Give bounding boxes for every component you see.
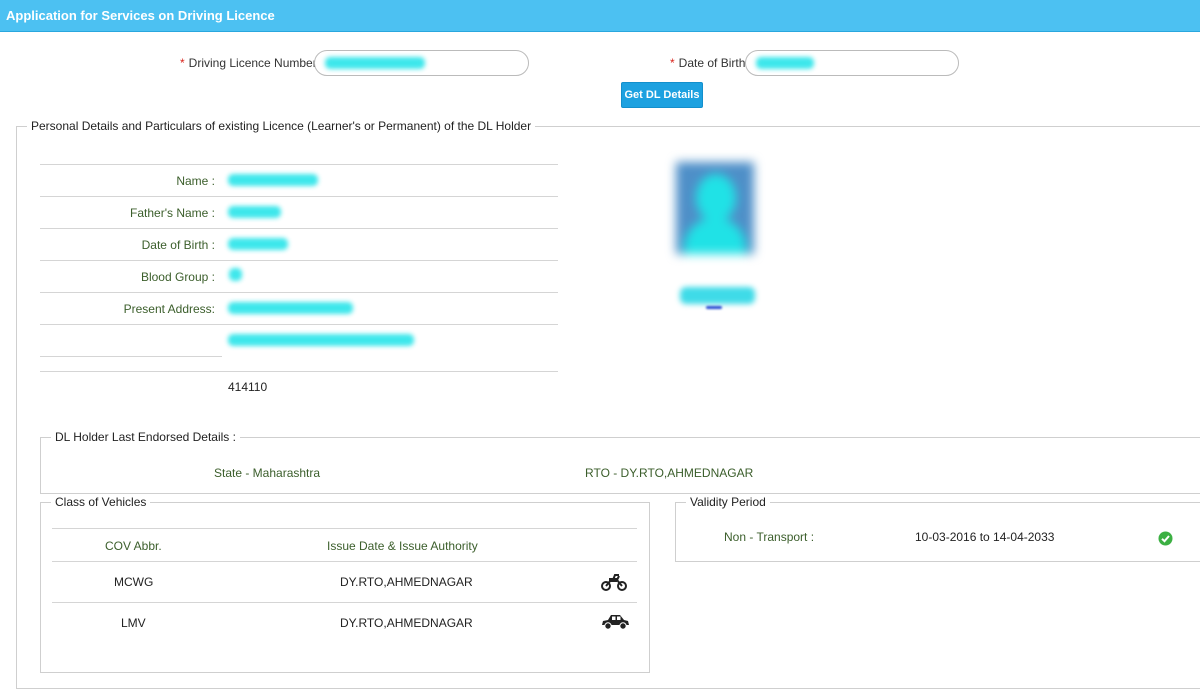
redacted-blood-group	[229, 268, 242, 281]
divider	[40, 371, 558, 372]
car-icon	[602, 615, 629, 630]
validity-period: 10-03-2016 to 14-04-2033	[915, 530, 1055, 544]
date-of-birth-label: Date of Birth :	[141, 238, 215, 252]
divider	[40, 228, 558, 229]
motorcycle-icon	[601, 574, 627, 591]
redacted-address-line-1	[228, 302, 353, 314]
redacted-dob	[228, 238, 288, 250]
name-label: Name :	[176, 174, 215, 188]
divider	[52, 528, 637, 529]
page-header: Application for Services on Driving Lice…	[0, 0, 1200, 32]
divider	[40, 356, 222, 357]
page-title: Application for Services on Driving Lice…	[6, 8, 275, 23]
redacted-address-line-2	[228, 334, 414, 346]
dl-number-label: * Driving Licence Number	[180, 56, 317, 70]
blood-group-label: Blood Group :	[140, 270, 215, 284]
dob-label: * Date of Birth	[670, 56, 746, 70]
issue-authority: DY.RTO,AHMEDNAGAR	[340, 616, 473, 630]
get-dl-details-button[interactable]: Get DL Details	[621, 82, 703, 108]
divider	[40, 196, 558, 197]
cov-abbr: MCWG	[114, 575, 154, 589]
divider	[40, 164, 558, 165]
redacted-name	[228, 174, 318, 186]
issue-authority-header: Issue Date & Issue Authority	[327, 539, 478, 553]
validity-type: Non - Transport :	[724, 530, 815, 544]
validity-period-section: Validity Period	[675, 495, 1200, 562]
divider	[40, 292, 558, 293]
redacted-value	[756, 57, 814, 69]
endorsed-details-section: DL Holder Last Endorsed Details :	[40, 430, 1200, 494]
divider	[40, 260, 558, 261]
redacted-father-name	[228, 206, 281, 218]
present-address-label: Present Address:	[123, 302, 215, 316]
divider	[52, 602, 637, 603]
endorsed-state: State - Maharashtra	[214, 466, 321, 480]
divider	[52, 561, 637, 562]
cov-abbr: LMV	[121, 616, 146, 630]
redacted-value	[325, 57, 425, 69]
holder-signature	[680, 287, 755, 304]
father-name-label: Father's Name :	[130, 206, 215, 220]
validity-period-legend: Validity Period	[690, 495, 766, 509]
issue-authority: DY.RTO,AHMEDNAGAR	[340, 575, 473, 589]
endorsed-rto: RTO - DY.RTO,AHMEDNAGAR	[585, 466, 754, 480]
address-pincode: 414110	[228, 380, 268, 394]
class-of-vehicles-legend: Class of Vehicles	[55, 495, 147, 509]
signature-stroke	[706, 306, 722, 309]
cov-abbr-header: COV Abbr.	[105, 539, 162, 553]
personal-details-legend: Personal Details and Particulars of exis…	[31, 119, 532, 133]
holder-photo	[676, 162, 754, 254]
endorsed-details-legend: DL Holder Last Endorsed Details :	[55, 430, 236, 444]
dl-number-field[interactable]	[314, 50, 529, 76]
check-circle-icon	[1158, 531, 1173, 546]
dob-field[interactable]	[745, 50, 959, 76]
divider	[40, 324, 558, 325]
